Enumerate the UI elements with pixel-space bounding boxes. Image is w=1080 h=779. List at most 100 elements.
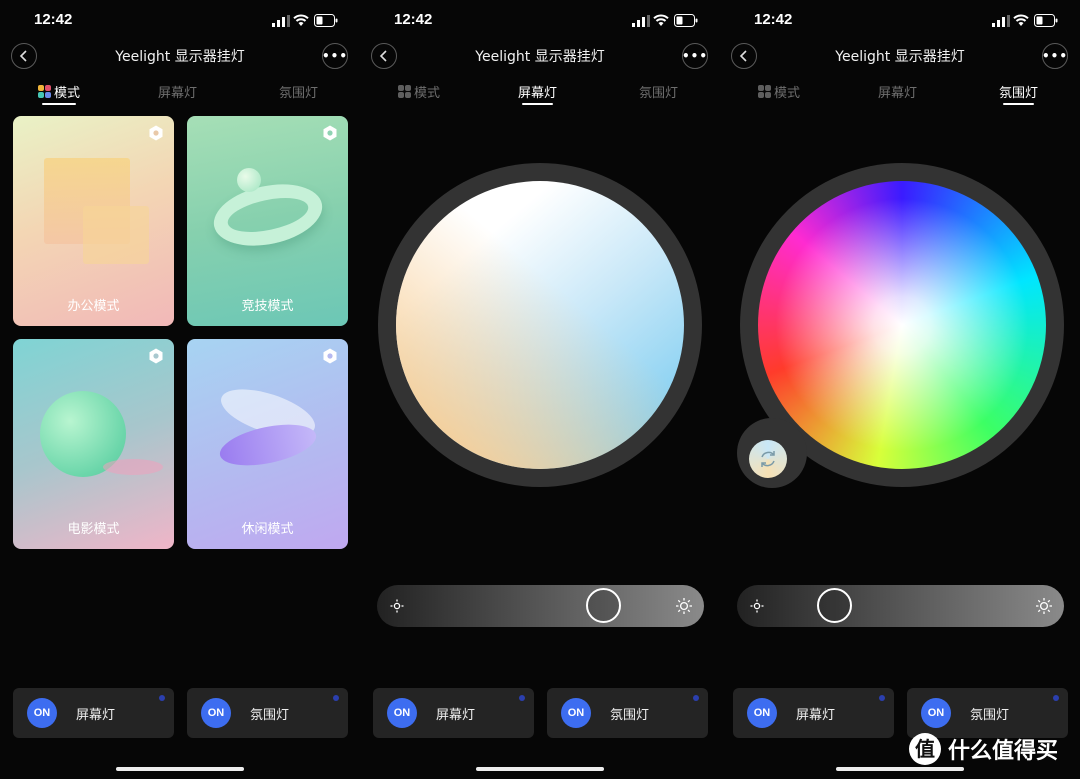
- cellular-signal-icon: [272, 15, 290, 27]
- ambient-light-power-card[interactable]: ON 氛围灯: [907, 688, 1068, 738]
- power-card-label: 屏幕灯: [76, 708, 116, 723]
- ambient-light-on-button[interactable]: ON: [561, 698, 591, 728]
- status-bar: 12:42: [720, 8, 1080, 32]
- header: Yeelight 显示器挂灯 •••: [0, 40, 360, 72]
- mode-card-office[interactable]: 办公模式: [13, 116, 174, 326]
- power-card-label: 氛围灯: [970, 708, 1010, 723]
- ambient-light-on-button[interactable]: ON: [921, 698, 951, 728]
- mode-grid-icon: [758, 85, 771, 98]
- page-title: Yeelight 显示器挂灯: [835, 49, 965, 65]
- ball-illustration: [237, 168, 261, 192]
- screen-light-screen: 12:42 Yeelight 显示器挂灯 ••• 模式 屏幕灯 氛围灯 ON 屏…: [360, 0, 720, 779]
- hexagon-settings-icon[interactable]: [322, 125, 338, 141]
- home-indicator[interactable]: [836, 767, 964, 771]
- brightness-high-icon: [1036, 598, 1052, 614]
- tab-label: 模式: [774, 86, 801, 101]
- back-button[interactable]: [371, 43, 397, 69]
- wifi-icon: [653, 14, 669, 26]
- power-card-label: 氛围灯: [250, 708, 290, 723]
- tab-screen-light[interactable]: 屏幕灯: [518, 82, 557, 105]
- tab-label: 屏幕灯: [158, 86, 198, 101]
- chevron-left-icon: [19, 50, 27, 62]
- color-temperature-wheel[interactable]: [396, 181, 684, 469]
- tab-screen-light[interactable]: 屏幕灯: [158, 82, 197, 101]
- status-dot: [879, 695, 885, 701]
- watermark: 值 什么值得买: [908, 732, 1058, 766]
- ambient-light-on-button[interactable]: ON: [201, 698, 231, 728]
- home-indicator[interactable]: [116, 767, 244, 771]
- header: Yeelight 显示器挂灯 •••: [360, 40, 720, 72]
- svg-text:值: 值: [915, 737, 935, 761]
- status-dot: [333, 695, 339, 701]
- color-wheel-center: [758, 181, 1046, 469]
- tab-mode[interactable]: 模式: [758, 82, 800, 101]
- mode-grid-icon: [398, 85, 411, 98]
- battery-icon: [1034, 14, 1058, 27]
- tab-ambient-light[interactable]: 氛围灯: [999, 82, 1039, 105]
- brightness-slider[interactable]: [737, 585, 1064, 627]
- back-button[interactable]: [11, 43, 37, 69]
- status-dot: [693, 695, 699, 701]
- screen-light-power-card[interactable]: ON 屏幕灯: [733, 688, 894, 738]
- mode-label: 竞技模式: [241, 299, 294, 314]
- refresh-cycle-icon: [761, 451, 775, 467]
- mode-label: 电影模式: [67, 522, 120, 537]
- status-bar: 12:42: [360, 8, 720, 32]
- status-dot: [159, 695, 165, 701]
- power-card-label: 屏幕灯: [796, 708, 836, 723]
- brightness-slider[interactable]: [377, 585, 704, 627]
- mode-grid-icon: [38, 85, 51, 98]
- tab-bar: 模式 屏幕灯 氛围灯: [360, 82, 720, 112]
- brightness-low-icon: [390, 599, 404, 613]
- home-indicator[interactable]: [476, 767, 604, 771]
- hexagon-settings-icon[interactable]: [148, 125, 164, 141]
- screen-light-power-card[interactable]: ON 屏幕灯: [373, 688, 534, 738]
- ambient-light-power-card[interactable]: ON 氛围灯: [187, 688, 348, 738]
- cellular-signal-icon: [632, 15, 650, 27]
- ambient-light-power-card[interactable]: ON 氛围灯: [547, 688, 708, 738]
- watermark-text: 什么值得买: [948, 739, 1059, 764]
- screen-light-power-card[interactable]: ON 屏幕灯: [13, 688, 174, 738]
- hexagon-settings-icon[interactable]: [322, 348, 338, 364]
- tab-ambient-light[interactable]: 氛围灯: [639, 82, 678, 101]
- status-time: 12:42: [34, 11, 73, 28]
- status-dot: [1053, 695, 1059, 701]
- more-icon: •••: [1042, 49, 1069, 63]
- more-button[interactable]: •••: [1042, 43, 1068, 69]
- tab-mode[interactable]: 模式: [38, 82, 80, 105]
- ring-illustration: [208, 175, 328, 255]
- brightness-slider-knob[interactable]: [585, 588, 621, 623]
- brightness-high-icon: [676, 598, 692, 614]
- screen-light-on-button[interactable]: ON: [387, 698, 417, 728]
- tab-bar: 模式 屏幕灯 氛围灯: [0, 82, 360, 112]
- hexagon-settings-icon[interactable]: [148, 348, 164, 364]
- status-dot: [519, 695, 525, 701]
- tab-label: 氛围灯: [999, 86, 1039, 101]
- color-cycle-button[interactable]: [749, 440, 787, 478]
- power-card-label: 氛围灯: [610, 708, 650, 723]
- tab-label: 模式: [414, 86, 441, 101]
- mode-card-gaming[interactable]: 竞技模式: [187, 116, 348, 326]
- tab-mode[interactable]: 模式: [398, 82, 440, 101]
- status-time: 12:42: [394, 11, 433, 28]
- power-card-label: 屏幕灯: [436, 708, 476, 723]
- mode-card-movie[interactable]: 电影模式: [13, 339, 174, 549]
- back-button[interactable]: [731, 43, 757, 69]
- screen-light-on-button[interactable]: ON: [747, 698, 777, 728]
- ambient-light-screen: 12:42 Yeelight 显示器挂灯 ••• 模式 屏幕灯 氛围灯 ON 屏…: [720, 0, 1080, 779]
- tab-label: 屏幕灯: [878, 86, 918, 101]
- tab-label: 氛围灯: [639, 86, 679, 101]
- mode-card-relax[interactable]: 休闲模式: [187, 339, 348, 549]
- cellular-signal-icon: [992, 15, 1010, 27]
- tab-bar: 模式 屏幕灯 氛围灯: [720, 82, 1080, 112]
- status-time: 12:42: [754, 11, 793, 28]
- screen-light-on-button[interactable]: ON: [27, 698, 57, 728]
- wifi-icon: [293, 14, 309, 26]
- tab-screen-light[interactable]: 屏幕灯: [878, 82, 917, 101]
- more-button[interactable]: •••: [322, 43, 348, 69]
- more-button[interactable]: •••: [682, 43, 708, 69]
- battery-icon: [674, 14, 698, 27]
- brightness-slider-knob[interactable]: [817, 588, 853, 623]
- tab-ambient-light[interactable]: 氛围灯: [279, 82, 318, 101]
- color-wheel[interactable]: [758, 181, 1046, 469]
